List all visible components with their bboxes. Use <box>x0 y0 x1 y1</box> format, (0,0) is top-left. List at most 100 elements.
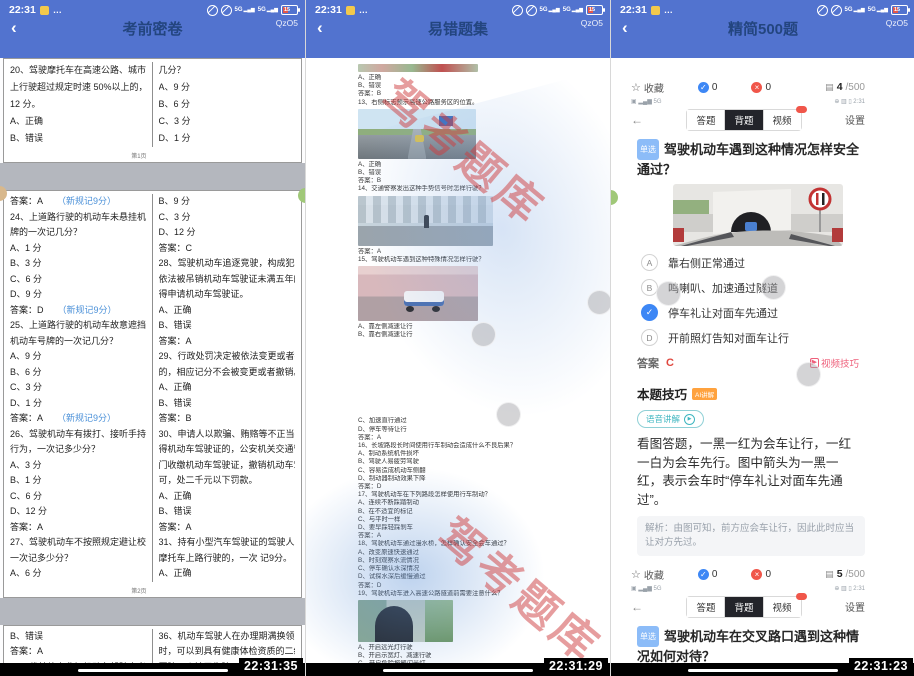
spacer <box>358 339 602 417</box>
page-title: 精简500题 <box>611 18 914 39</box>
doc-line: B、9 分 <box>159 194 296 210</box>
doc-line: C、3 分 <box>159 210 296 226</box>
doc-line: 答案：A <box>10 644 146 660</box>
favorite-button[interactable]: ☆收藏 <box>631 567 664 582</box>
screen-record-icon <box>817 5 828 16</box>
doc-line: 牌的一次记几分？ <box>10 225 146 241</box>
doc-line: 答案：A <box>358 434 602 442</box>
floating-ball[interactable] <box>471 322 496 347</box>
doc-line: A、9 分 <box>159 79 296 96</box>
question-image-highway <box>358 109 476 159</box>
signal-5g-icon: 5G <box>845 7 865 13</box>
doc-line: 几分？ <box>159 62 296 79</box>
doc-line: 30、申请人以欺骗、贿赂等不正当手段取 <box>159 427 296 443</box>
settings-button[interactable]: 设置 <box>845 599 865 614</box>
back-arrow-icon[interactable]: ← <box>631 113 643 127</box>
favorite-button[interactable]: ☆收藏 <box>631 80 664 95</box>
practice-content: ☆收藏 ✓0 ×0 ▤4/500 ▣ ▂▄▆ 5G ⊕ ▥ ▯ 2:31 ← 答… <box>611 58 914 676</box>
home-indicator[interactable] <box>78 669 228 672</box>
home-indicator[interactable] <box>383 669 533 672</box>
mute-icon <box>221 5 232 16</box>
doc-line: D、要早踩轻踩刹车 <box>358 524 602 532</box>
mode-tabs: 答题背题视频 <box>686 596 801 618</box>
doc-line: B、驾驶人易疲劳驾驶 <box>358 458 602 466</box>
cross-circle-icon: × <box>751 82 762 93</box>
page-title: 易错题集 <box>306 18 610 39</box>
doc-line: D、制动器制动效果下降 <box>358 475 602 483</box>
recording-timestamp: 22:31:23 <box>849 658 913 674</box>
doc-line: D、1 分 <box>159 130 296 147</box>
recording-app-icon <box>651 6 660 15</box>
question-image-gesture <box>358 196 493 246</box>
tab-recite[interactable]: 背题 <box>725 110 763 130</box>
doc-column: 几分？A、9 分B、6 分C、3 分D、1 分 <box>153 62 302 147</box>
doc-line: 24、上道路行驶的机动车未悬挂机动车号 <box>10 210 146 226</box>
floating-ball[interactable] <box>587 290 610 315</box>
option-row[interactable]: A靠右侧正常通过 <box>631 250 865 275</box>
status-bar: 22:31 … 5G 5G 15 <box>611 0 914 16</box>
inner-status-bar: ▣ ▂▄▆ 5G ⊕ ▥ ▯ 2:31 <box>631 585 865 592</box>
tab-video[interactable]: 视频 <box>764 110 801 130</box>
tab-answer[interactable]: 答题 <box>687 110 725 130</box>
doc-line: 答案：A（新规记9分） <box>10 411 146 427</box>
back-arrow-icon[interactable]: ← <box>631 600 643 614</box>
doc-line: 12 分。 <box>10 96 146 113</box>
doc-line: B、3 分 <box>10 256 146 272</box>
tab-recite[interactable]: 背题 <box>725 597 763 617</box>
floating-ball[interactable] <box>796 362 821 387</box>
status-bar: 22:31 … 5G 5G 15 <box>0 0 305 16</box>
doc-line: 17、驾驶机动车在下列路段怎样使用行车制动？ <box>358 491 602 499</box>
app-header: 22:31 … 5G 5G 15 QzO5 ‹ 考前密卷 <box>0 0 305 58</box>
doc-line: 答案：A <box>10 520 146 536</box>
floating-ball[interactable] <box>496 402 521 427</box>
option-text: 开前照灯告知对面车让行 <box>668 330 789 346</box>
doc-line: B、1 分 <box>10 473 146 489</box>
notification-badge <box>796 106 807 113</box>
doc-line: A、开启远光灯行驶 <box>358 644 602 652</box>
doc-line: A、6 分 <box>10 566 146 582</box>
signal-5g-icon: 5G <box>235 7 255 13</box>
mute-icon <box>526 5 537 16</box>
floating-ball[interactable] <box>656 281 681 306</box>
mute-icon <box>831 5 842 16</box>
doc-line: B、错误 <box>10 629 146 645</box>
notification-badge <box>796 593 807 600</box>
doc-line: A、1 分 <box>10 241 146 257</box>
more-dots-icon: … <box>359 5 369 15</box>
doc-page: 答案：A（新规记9分）24、上道路行驶的机动车未悬挂机动车号牌的一次记几分？A、… <box>3 190 302 598</box>
doc-page: 20、驾驶摩托车在高速公路、城市快速路上行驶超过规定时速 50%以上的，一次记1… <box>3 58 302 163</box>
tab-answer[interactable]: 答题 <box>687 597 725 617</box>
page-title: 考前密卷 <box>0 18 305 39</box>
doc-line: 19、驾驶机动车进入高速公路隧道前需要注意什么？ <box>358 590 602 598</box>
settings-button[interactable]: 设置 <box>845 112 865 127</box>
doc-line: 答案：D <box>358 483 602 491</box>
doc-line: D、试探水深后缓慢通过 <box>358 573 602 581</box>
option-letter: A <box>641 254 658 271</box>
doc-line: 摩托车上路行驶的，一次 记9分。 <box>159 551 296 567</box>
home-indicator[interactable] <box>688 669 838 672</box>
doc-line: 14、交通警察发出这种手势信号时怎样行驶？ <box>358 185 602 193</box>
battery-icon: 15 <box>281 5 298 15</box>
phone-panel-exam-paper: 22:31 … 5G 5G 15 QzO5 ‹ 考前密卷 20、驾驶摩托车在高速… <box>0 0 305 676</box>
phone-panel-error-questions: 22:31 … 5G 5G 15 QzO5 ‹ 易错题集 A、正确B、错误答案：… <box>305 0 610 676</box>
battery-icon: 15 <box>891 5 908 15</box>
correct-counter: ✓0 <box>698 82 718 93</box>
doc-line: B、错误 <box>10 130 146 147</box>
recording-app-icon <box>40 6 49 15</box>
doc-line: 上行驶超过规定时速 50%以上的，一次记 <box>10 79 146 96</box>
doc-line: A、连续不断踩踏制动 <box>358 499 602 507</box>
question-image-policecar <box>358 266 478 321</box>
signal-5g-icon-2: 5G <box>258 7 278 13</box>
doc-line: B、错误 <box>358 169 602 177</box>
voice-explain-button[interactable]: 语音讲解▶ <box>637 410 704 428</box>
doc-line: 一次记多少分？ <box>10 551 146 567</box>
status-time: 22:31 <box>315 4 342 16</box>
option-row[interactable]: D开前照灯告知对面车让行 <box>631 325 865 350</box>
page-gap <box>0 598 305 625</box>
doc-line: A、正确 <box>159 303 296 319</box>
doc-line: A、正确 <box>159 380 296 396</box>
question-toolbar: ☆收藏 ✓0 ×0 ▤5/500 <box>631 567 865 581</box>
tab-video[interactable]: 视频 <box>764 597 801 617</box>
question-type-badge: 单选 <box>637 139 659 160</box>
floating-ball[interactable] <box>761 275 786 300</box>
